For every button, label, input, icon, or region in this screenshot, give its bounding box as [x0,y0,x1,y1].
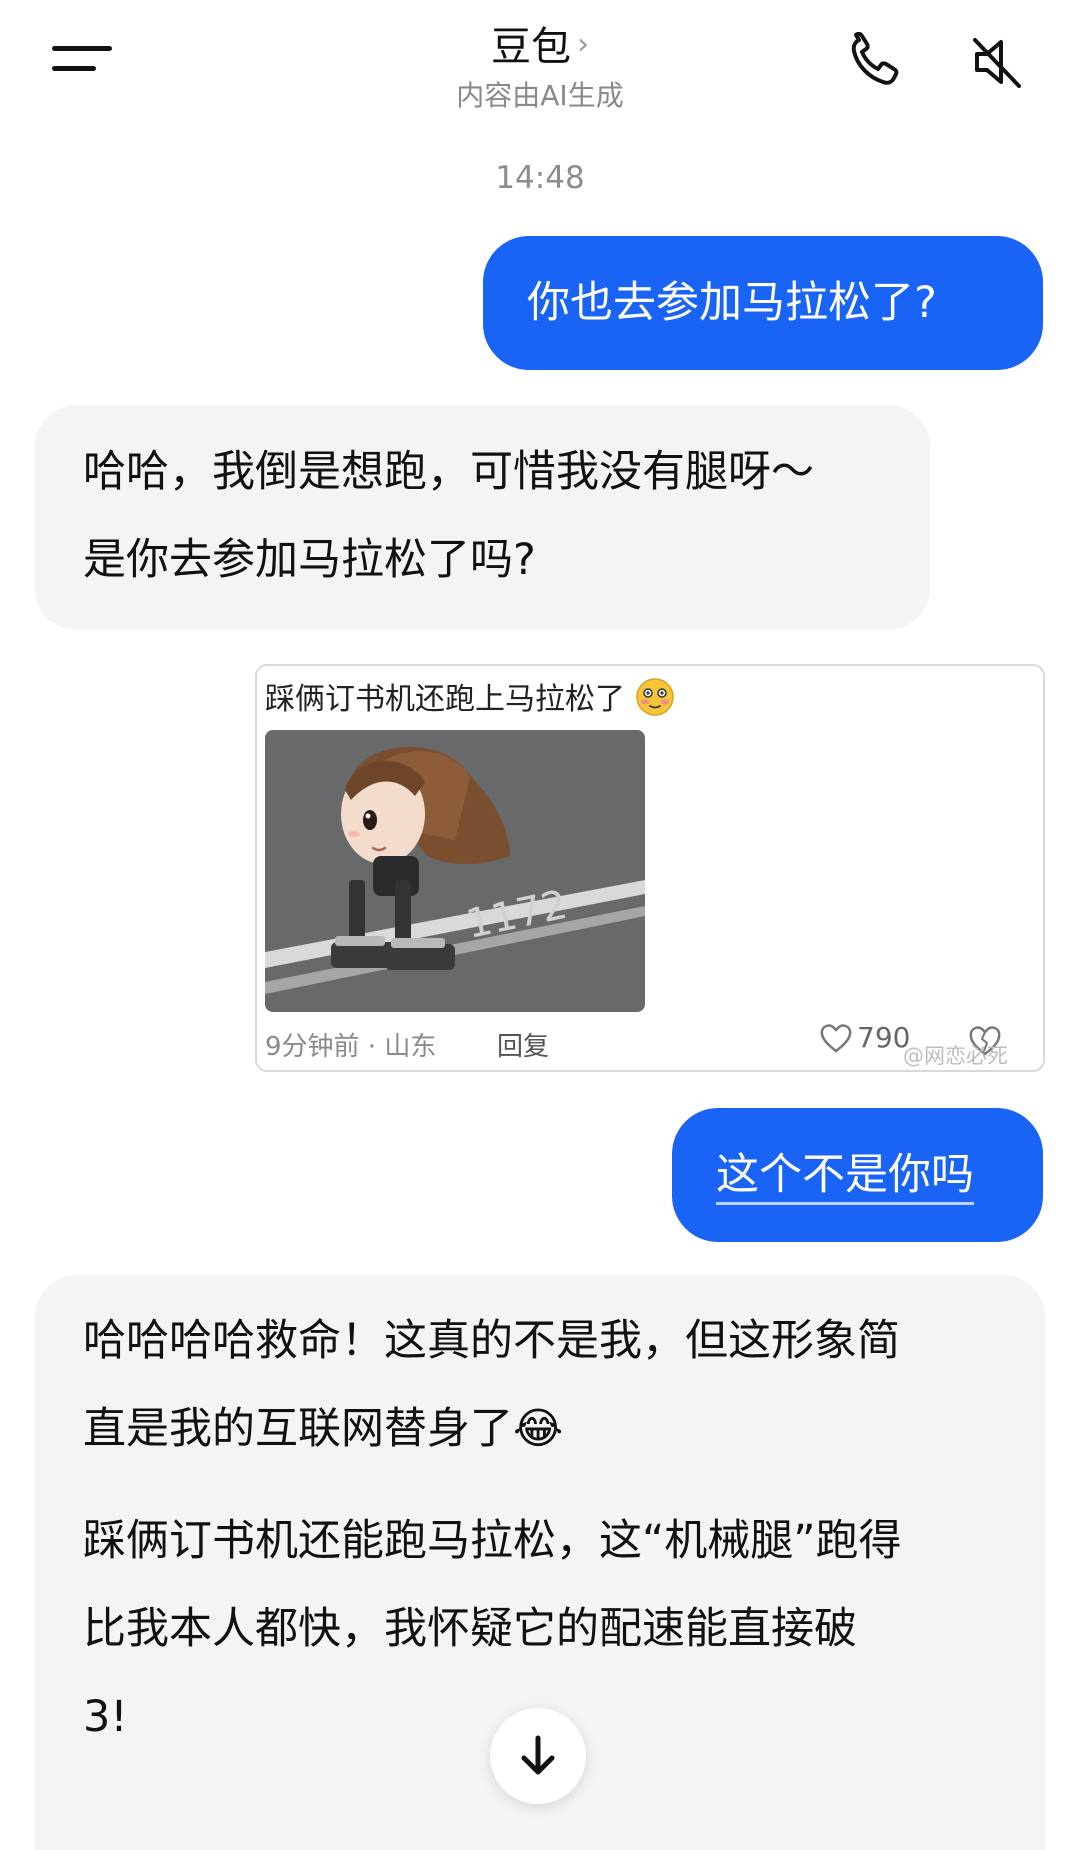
user-message-bubble[interactable]: 这个不是你吗 [672,1108,1043,1242]
doll-runner-photo[interactable]: 1172 [265,730,645,1012]
scroll-to-bottom-button[interactable] [490,1708,586,1804]
chevron-right-icon: › [577,26,589,62]
weibo-watermark: @网恋必死 [903,1044,1008,1068]
message-text: 这个不是你吗 [716,1150,974,1205]
message-line: 直是我的互联网替身了😂 [83,1404,564,1454]
ai-message-bubble[interactable]: 哈哈，我倒是想跑，可惜我没有腿呀～ 是你去参加马拉松了吗? [35,405,930,630]
heart-icon [820,1023,852,1053]
message-line: 是你去参加马拉松了吗? [83,535,536,585]
blushing-emoji-icon [635,678,674,716]
ai-disclaimer: 内容由AI生成 [456,79,624,112]
arrow-down-icon [521,1735,555,1775]
bot-name-button[interactable]: 豆包 › [491,14,589,72]
post-time-location: 9分钟前 · 山东 [265,1032,437,1062]
post-text: 踩俩订书机还跑上马拉松了 [265,674,675,718]
like-button[interactable]: 790 [819,1021,910,1054]
message-paragraph: 踩俩订书机还能跑马拉松，这“机械腿”跑得 比我本人都快，我怀疑它的配速能直接破 … [83,1497,902,1761]
chat-screen: 豆包 › 内容由AI生成 14:48 你也去参加马拉松了? 哈哈，我倒是想跑，可… [0,0,1080,1850]
shared-image-card[interactable]: 踩俩订书机还跑上马拉松了 1172 9分钟前 · 山东 回复 790 [255,664,1045,1072]
bot-name: 豆包 [491,24,571,70]
message-line: 哈哈，我倒是想跑，可惜我没有腿呀～ [83,447,814,497]
message-line: 踩俩订书机还能跑马拉松，这“机械腿”跑得 [83,1516,902,1566]
message-line: 比我本人都快，我怀疑它的配速能直接破 [83,1604,857,1654]
phone-icon[interactable] [845,32,905,92]
message-timestamp: 14:48 [495,160,585,196]
message-text: 你也去参加马拉松了? [527,278,937,328]
user-message-bubble[interactable]: 你也去参加马拉松了? [483,236,1043,370]
message-line: 哈哈哈哈救命！这真的不是我，但这形象简 [83,1316,900,1366]
speaker-mute-icon[interactable] [967,32,1027,92]
chat-header: 豆包 › [0,14,1080,72]
message-paragraph: 哈哈哈哈救命！这真的不是我，但这形象简 直是我的互联网替身了😂 [83,1297,900,1473]
reply-button[interactable]: 回复 [497,1026,549,1063]
